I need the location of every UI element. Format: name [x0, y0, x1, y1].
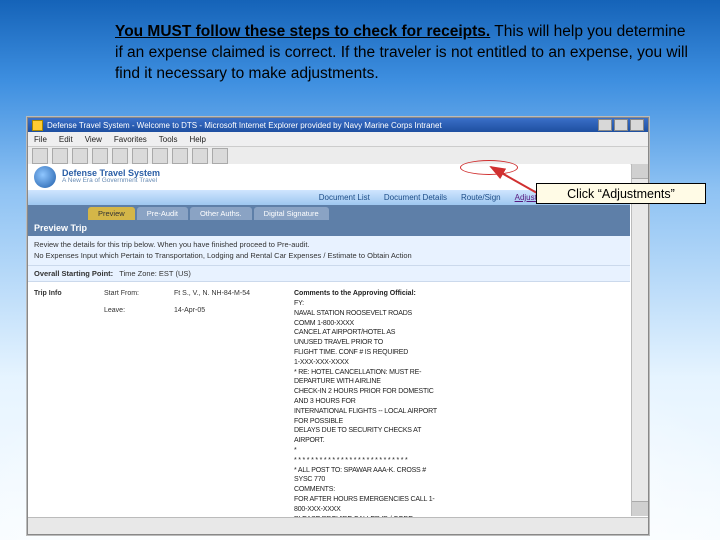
maximize-button[interactable] [614, 119, 628, 131]
toolbar-history-icon[interactable] [172, 148, 188, 164]
trip-details: Trip Info Start From: Leave: Ft S., V., … [28, 282, 630, 532]
menubar: File Edit View Favorites Tools Help [28, 132, 648, 147]
menu-edit[interactable]: Edit [59, 135, 73, 144]
col-values: Ft S., V., N. NH-84-M-54 14-Apr-05 [174, 290, 284, 524]
vertical-scrollbar[interactable] [631, 164, 648, 516]
dts-title-block: Defense Travel System A New Era of Gover… [62, 169, 160, 185]
tab-other-auths[interactable]: Other Auths. [190, 207, 252, 220]
toolbar-home-icon[interactable] [112, 148, 128, 164]
toolbar-refresh-icon[interactable] [92, 148, 108, 164]
value-leave: 14-Apr-05 [174, 307, 284, 314]
toolbar-favorites-icon[interactable] [152, 148, 168, 164]
dts-logo-icon [34, 166, 56, 188]
tab-pre-audit[interactable]: Pre-Audit [137, 207, 188, 220]
window-controls [598, 119, 644, 131]
menu-favorites[interactable]: Favorites [114, 135, 147, 144]
tab-digital-signature[interactable]: Digital Signature [254, 207, 329, 220]
hint-line-2: No Expenses Input which Pertain to Trans… [34, 251, 624, 262]
window-title: Defense Travel System - Welcome to DTS -… [47, 121, 442, 130]
hint-line-1: Review the details for this trip below. … [34, 240, 624, 251]
tab-preview[interactable]: Preview [88, 207, 135, 220]
menu-view[interactable]: View [85, 135, 102, 144]
section-title: Preview Trip [28, 220, 630, 236]
scroll-up-icon[interactable] [632, 164, 648, 179]
comments-header: Comments to the Approving Official: [294, 290, 624, 297]
menu-file[interactable]: File [34, 135, 47, 144]
starting-point-row: Overall Starting Point: Time Zone: EST (U… [28, 266, 630, 282]
dts-tagline: A New Era of Government Travel [62, 178, 160, 185]
starting-point-label: Overall Starting Point: [34, 269, 113, 278]
statusbar [28, 517, 648, 534]
instruction-lead: You MUST follow these steps to check for… [115, 23, 490, 40]
hint-text: Review the details for this trip below. … [28, 236, 630, 266]
minimize-button[interactable] [598, 119, 612, 131]
scroll-down-icon[interactable] [632, 501, 648, 516]
label-tripinfo: Trip Info [34, 290, 62, 297]
toolbar [28, 147, 648, 165]
toolbar-search-icon[interactable] [132, 148, 148, 164]
value-startfrom: Ft S., V., N. NH-84-M-54 [174, 290, 284, 297]
toolbar-back-icon[interactable] [32, 148, 48, 164]
toolbar-print-icon[interactable] [212, 148, 228, 164]
toolbar-forward-icon[interactable] [52, 148, 68, 164]
col-comments: Comments to the Approving Official: FY: … [294, 290, 624, 524]
ie-window: Defense Travel System - Welcome to DTS -… [27, 117, 649, 535]
callout-arrow-icon [431, 163, 551, 203]
page-content: Defense Travel System A New Era of Gover… [28, 164, 630, 534]
callout-text: Click “Adjustments” [567, 187, 675, 201]
callout-box: Click “Adjustments” [536, 183, 706, 204]
comments-body: FY: NAVAL STATION ROOSEVELT ROADS COMM 1… [294, 299, 624, 524]
close-button[interactable] [630, 119, 644, 131]
label-startfrom: Start From: [104, 290, 164, 297]
toolbar-mail-icon[interactable] [192, 148, 208, 164]
instruction-paragraph: You MUST follow these steps to check for… [115, 22, 695, 85]
subnav-document-list[interactable]: Document List [319, 193, 370, 202]
toolbar-stop-icon[interactable] [72, 148, 88, 164]
ie-icon [32, 120, 43, 131]
col-tripinfo: Trip Info [34, 290, 94, 524]
starting-point-value: Time Zone: EST (US) [119, 269, 191, 278]
label-leave: Leave: [104, 307, 164, 314]
tabbar: Preview Pre-Audit Other Auths. Digital S… [28, 205, 630, 220]
col-labels: Start From: Leave: [104, 290, 164, 524]
menu-tools[interactable]: Tools [159, 135, 178, 144]
menu-help[interactable]: Help [189, 135, 205, 144]
titlebar: Defense Travel System - Welcome to DTS -… [28, 118, 648, 132]
